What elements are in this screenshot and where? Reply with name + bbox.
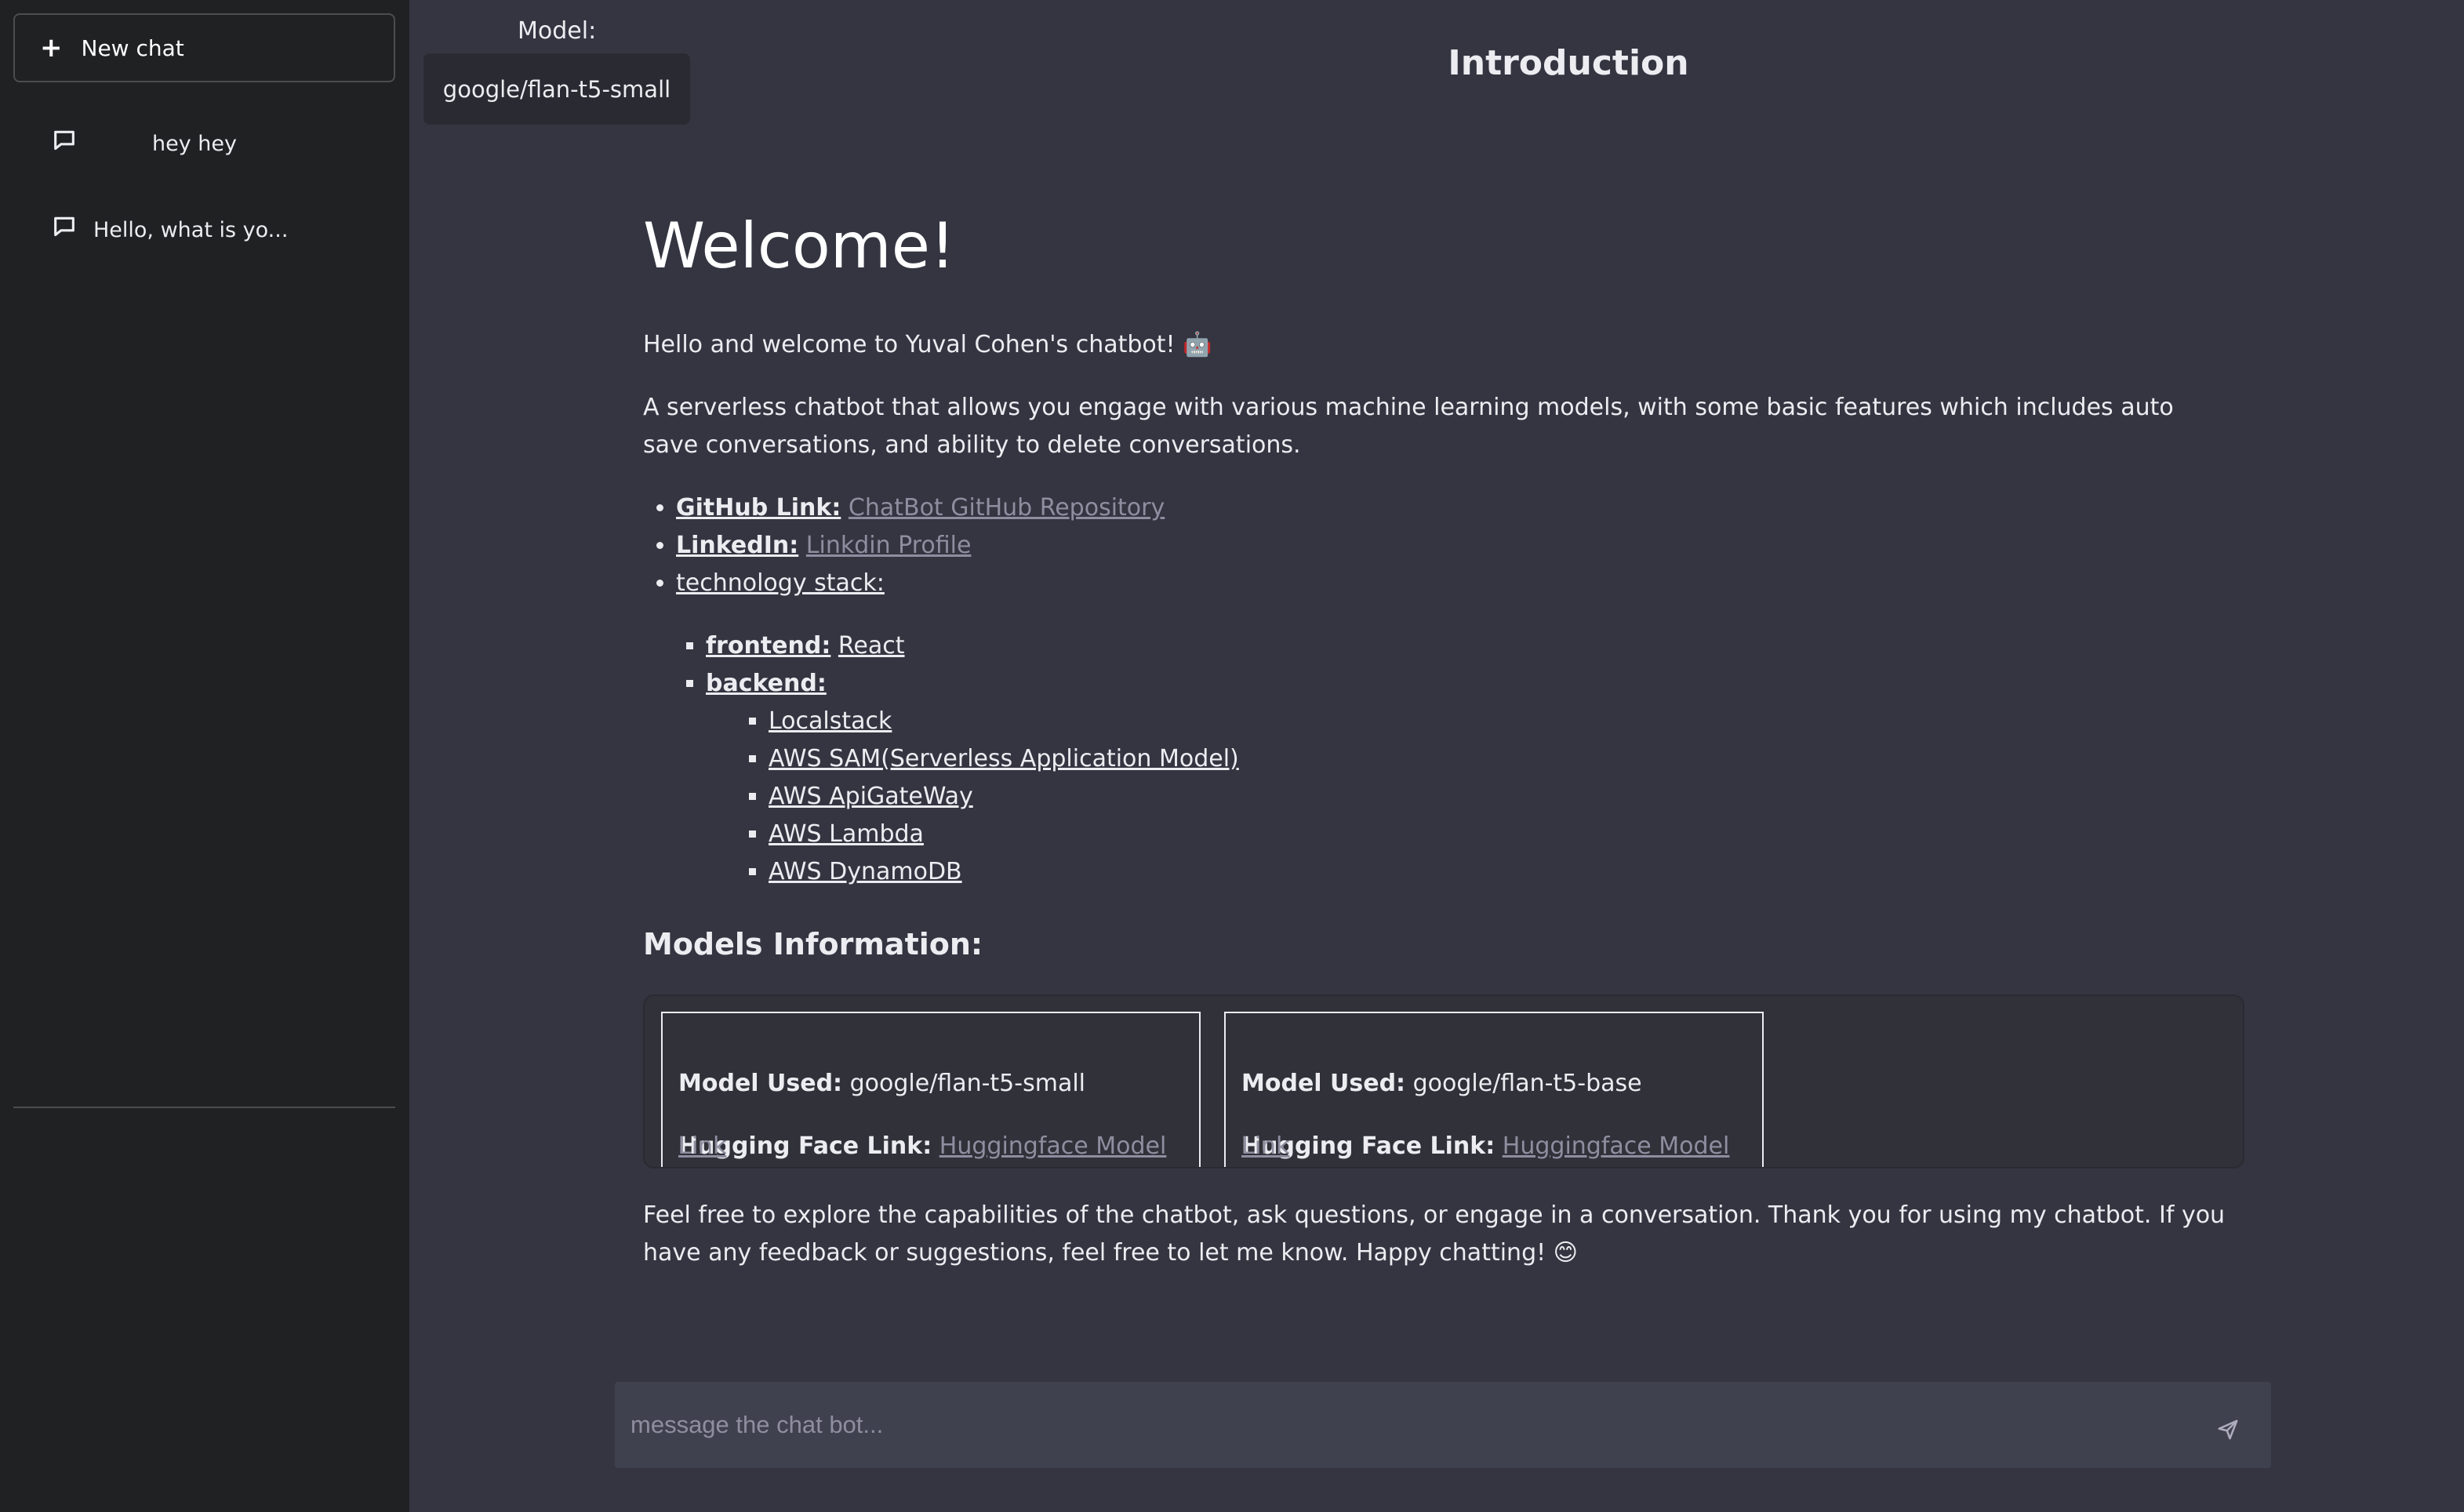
- sidebar-divider: [13, 1107, 395, 1108]
- welcome-heading: Welcome!: [643, 209, 956, 282]
- chat-bubble-icon: [54, 216, 75, 237]
- list-item: AWS ApiGateWay: [769, 778, 2266, 816]
- message-input-bar: [615, 1382, 2271, 1468]
- description-text: A serverless chatbot that allows you eng…: [643, 394, 2174, 459]
- list-item: backend: Localstack AWS SAM(Serverless A…: [706, 665, 2266, 891]
- model-select[interactable]: google/flan-t5-small: [423, 53, 690, 125]
- backend-list: Localstack AWS SAM(Serverless Applicatio…: [706, 703, 2266, 891]
- stack-label: technology stack:: [676, 569, 885, 597]
- links-list: GitHub Link: ChatBot GitHub Repository L…: [643, 489, 2266, 891]
- frontend-label: frontend:: [706, 632, 831, 660]
- model-used-value: google/flan-t5-small: [849, 1070, 1086, 1097]
- sidebar-chat-label: hey hey: [152, 131, 237, 156]
- frontend-value: React: [838, 632, 905, 660]
- model-used-label: Model Used:: [1241, 1070, 1406, 1097]
- list-item: AWS DynamoDB: [769, 853, 2266, 891]
- list-item: AWS Lambda: [769, 816, 2266, 853]
- list-item: LinkedIn: Linkdin Profile: [676, 527, 2266, 565]
- page-title: Introduction: [1448, 43, 1689, 83]
- linkedin-link[interactable]: Linkdin Profile: [806, 532, 972, 559]
- list-item: technology stack: frontend: React backen…: [676, 565, 2266, 891]
- intro-content: Welcome! Hello and welcome to Yuval Cohe…: [643, 212, 2266, 1272]
- github-label: GitHub Link:: [676, 494, 841, 522]
- model-used-value: google/flan-t5-base: [1412, 1070, 1642, 1097]
- new-chat-label: New chat: [81, 35, 184, 61]
- model-used-label: Model Used:: [678, 1070, 843, 1097]
- list-item: GitHub Link: ChatBot GitHub Repository: [676, 489, 2266, 527]
- linkedin-label: LinkedIn:: [676, 532, 799, 559]
- model-label: Model:: [518, 17, 597, 45]
- sidebar: + New chat hey hey Hello, what is yo...: [0, 0, 409, 1512]
- list-item: Localstack: [769, 703, 2266, 740]
- models-container[interactable]: Model Used: google/flan-t5-small Hugging…: [643, 994, 2244, 1169]
- new-chat-button[interactable]: + New chat: [13, 13, 395, 82]
- list-item: frontend: React: [706, 627, 2266, 665]
- models-heading: Models Information:: [643, 927, 983, 961]
- send-icon[interactable]: [2216, 1418, 2240, 1441]
- list-item: AWS SAM(Serverless Application Model): [769, 740, 2266, 778]
- sidebar-chat-item[interactable]: Hello, what is yo...: [13, 198, 395, 261]
- outro-text: Feel free to explore the capabilities of…: [643, 1201, 2226, 1267]
- message-input[interactable]: [615, 1382, 2183, 1468]
- sidebar-chat-label: Hello, what is yo...: [93, 217, 289, 242]
- model-card: Model Used: google/flan-t5-base Hugging …: [1224, 1012, 1764, 1167]
- plus-icon: +: [40, 32, 63, 64]
- sidebar-chat-item[interactable]: hey hey: [13, 112, 395, 175]
- backend-label: backend:: [706, 670, 827, 697]
- intro-text: Hello and welcome to Yuval Cohen's chatb…: [643, 331, 1212, 358]
- chat-bubble-icon: [54, 130, 75, 151]
- model-card: Model Used: google/flan-t5-small Hugging…: [661, 1012, 1201, 1167]
- stack-list: frontend: React backend: Localstack AWS …: [676, 627, 2266, 891]
- github-link[interactable]: ChatBot GitHub Repository: [849, 494, 1165, 522]
